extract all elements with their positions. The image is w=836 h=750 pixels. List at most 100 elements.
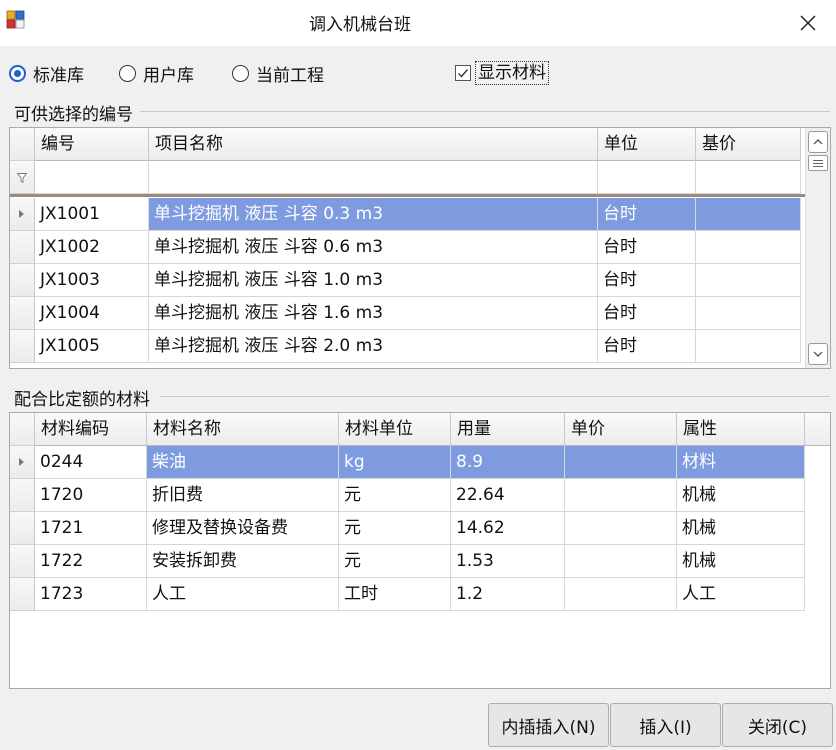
table-cell[interactable]: 工时 — [339, 578, 451, 611]
close-window-button[interactable] — [780, 0, 836, 46]
chevron-down-icon — [813, 351, 823, 357]
table-cell[interactable]: 台时 — [598, 231, 696, 264]
row-header[interactable] — [10, 578, 35, 611]
checkbox-label: 显示材料 — [475, 61, 549, 85]
table-cell[interactable]: 单斗挖掘机 液压 斗容 0.6 m3 — [149, 231, 598, 264]
group-divider — [140, 111, 830, 112]
table-cell[interactable]: 单斗挖掘机 液压 斗容 1.0 m3 — [149, 264, 598, 297]
column-header[interactable]: 单价 — [565, 413, 677, 446]
filter-cell[interactable] — [149, 161, 598, 194]
column-header[interactable]: 单位 — [598, 128, 696, 161]
table-cell[interactable]: 人工 — [147, 578, 339, 611]
table-cell[interactable] — [565, 479, 677, 512]
materials-grid[interactable]: 材料编码 材料名称 材料单位 用量 单价 属性 0244 柴油 kg 8.9 材料 1720 折旧费元 2… — [9, 412, 831, 689]
row-header[interactable] — [10, 297, 35, 330]
table-cell[interactable]: 单斗挖掘机 液压 斗容 0.3 m3 — [149, 198, 598, 231]
column-header[interactable]: 材料编码 — [35, 413, 147, 446]
column-header[interactable]: 基价 — [696, 128, 801, 161]
table-cell[interactable]: 柴油 — [147, 446, 339, 479]
column-header[interactable]: 项目名称 — [149, 128, 598, 161]
table-cell[interactable]: 元 — [339, 479, 451, 512]
header-corner — [10, 128, 35, 161]
table-cell[interactable]: 1.2 — [451, 578, 565, 611]
table-cell[interactable]: 台时 — [598, 297, 696, 330]
table-cell[interactable]: 机械 — [677, 512, 805, 545]
filter-cell[interactable] — [35, 161, 149, 194]
table-cell[interactable]: 台时 — [598, 264, 696, 297]
filter-cell[interactable] — [696, 161, 801, 194]
table-cell[interactable]: JX1004 — [35, 297, 149, 330]
scroll-thumb[interactable] — [808, 155, 828, 171]
table-cell[interactable]: 1.53 — [451, 545, 565, 578]
table-cell[interactable]: JX1005 — [35, 330, 149, 363]
table-cell[interactable] — [696, 297, 801, 330]
insert-button[interactable]: 插入(I) — [610, 703, 721, 747]
table-cell[interactable] — [696, 264, 801, 297]
filter-cell[interactable] — [598, 161, 696, 194]
table-cell[interactable]: 台时 — [598, 198, 696, 231]
available-codes-label: 可供选择的编号 — [14, 105, 133, 125]
table-cell[interactable]: 单斗挖掘机 液压 斗容 2.0 m3 — [149, 330, 598, 363]
radio-label: 标准库 — [33, 65, 84, 86]
row-header[interactable] — [10, 545, 35, 578]
table-cell[interactable]: 1722 — [35, 545, 147, 578]
row-header[interactable] — [10, 512, 35, 545]
row-header[interactable] — [10, 264, 35, 297]
table-cell[interactable] — [696, 198, 801, 231]
table-cell[interactable]: 折旧费 — [147, 479, 339, 512]
table-cell[interactable]: 22.64 — [451, 479, 565, 512]
column-header[interactable]: 用量 — [451, 413, 565, 446]
check-icon — [458, 69, 469, 78]
table-cell[interactable]: 1723 — [35, 578, 147, 611]
table-cell[interactable]: 0244 — [35, 446, 147, 479]
table-cell[interactable]: 机械 — [677, 545, 805, 578]
row-header[interactable] — [10, 231, 35, 264]
table-cell[interactable] — [565, 512, 677, 545]
row-header[interactable] — [10, 479, 35, 512]
radio-current-project[interactable]: 当前工程 — [232, 58, 324, 88]
scroll-down-button[interactable] — [808, 343, 828, 365]
table-cell[interactable] — [565, 446, 677, 479]
table-cell[interactable]: JX1002 — [35, 231, 149, 264]
table-cell[interactable]: 元 — [339, 512, 451, 545]
radio-indicator — [119, 64, 136, 82]
table-cell[interactable]: 机械 — [677, 479, 805, 512]
table-cell[interactable]: 材料 — [677, 446, 805, 479]
table-cell[interactable]: 1721 — [35, 512, 147, 545]
table-cell[interactable] — [565, 578, 677, 611]
column-header[interactable]: 材料名称 — [147, 413, 339, 446]
inner-insert-button[interactable]: 内插插入(N) — [488, 703, 609, 747]
scroll-up-button[interactable] — [808, 131, 828, 153]
table-cell[interactable]: 元 — [339, 545, 451, 578]
vertical-scrollbar[interactable] — [805, 128, 830, 368]
table-cell[interactable]: 人工 — [677, 578, 805, 611]
table-cell[interactable]: 14.62 — [451, 512, 565, 545]
radio-label: 当前工程 — [256, 65, 324, 86]
table-cell[interactable]: 1720 — [35, 479, 147, 512]
column-header[interactable]: 材料单位 — [339, 413, 451, 446]
row-header[interactable] — [10, 198, 35, 231]
table-cell[interactable]: kg — [339, 446, 451, 479]
close-icon — [800, 15, 816, 31]
radio-standard-library[interactable]: 标准库 — [9, 58, 84, 88]
table-cell[interactable]: JX1001 — [35, 198, 149, 231]
close-button[interactable]: 关闭(C) — [722, 703, 833, 747]
table-cell[interactable]: 台时 — [598, 330, 696, 363]
row-header[interactable] — [10, 330, 35, 363]
table-cell[interactable] — [696, 330, 801, 363]
radio-indicator — [232, 64, 249, 82]
radio-indicator — [9, 64, 26, 82]
column-header[interactable]: 编号 — [35, 128, 149, 161]
table-cell[interactable]: 8.9 — [451, 446, 565, 479]
radio-user-library[interactable]: 用户库 — [119, 58, 194, 88]
table-cell[interactable]: 单斗挖掘机 液压 斗容 1.6 m3 — [149, 297, 598, 330]
row-header[interactable] — [10, 446, 35, 479]
show-materials-checkbox[interactable]: 显示材料 — [455, 58, 549, 88]
available-codes-grid[interactable]: 编号 项目名称 单位 基价 JX1001 单斗挖掘机 液压 斗容 0.3 m3 台时 JX10… — [9, 127, 831, 369]
table-cell[interactable] — [696, 231, 801, 264]
table-cell[interactable]: JX1003 — [35, 264, 149, 297]
table-cell[interactable]: 修理及替换设备费 — [147, 512, 339, 545]
table-cell[interactable] — [565, 545, 677, 578]
table-cell[interactable]: 安装拆卸费 — [147, 545, 339, 578]
column-header[interactable]: 属性 — [677, 413, 805, 446]
